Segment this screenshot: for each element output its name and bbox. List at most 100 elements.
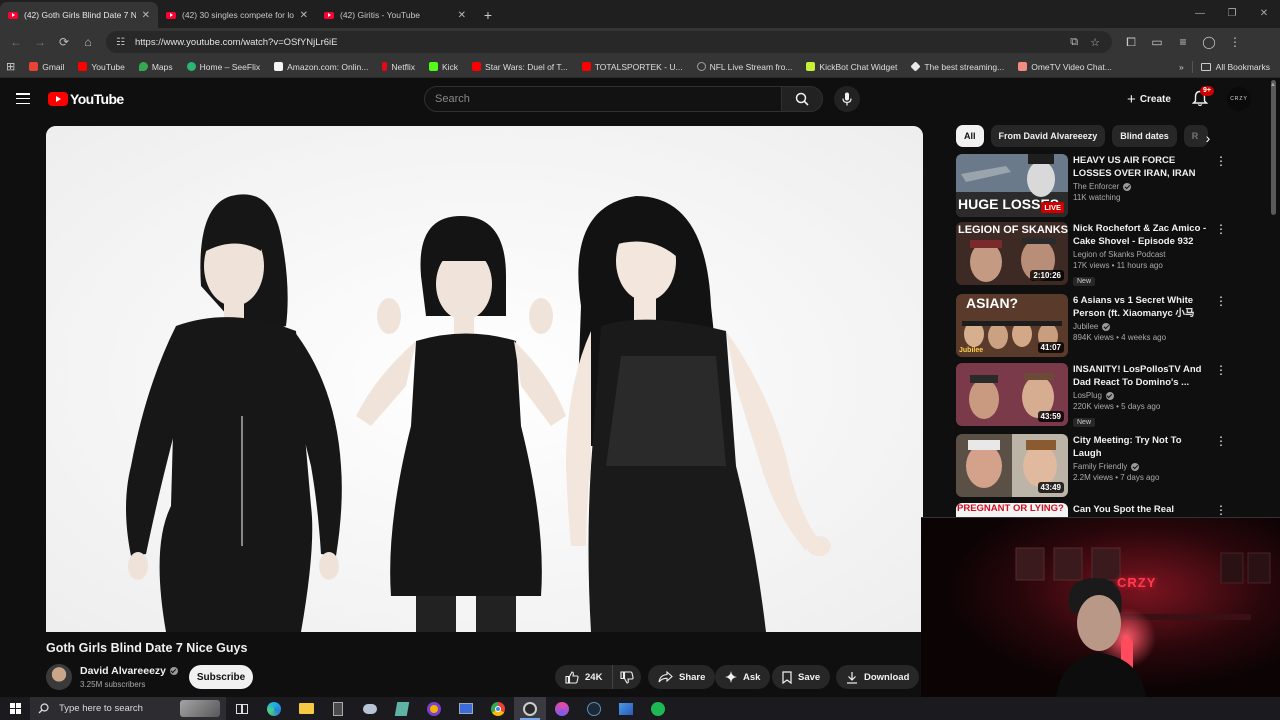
account-avatar[interactable]: CRZY	[1227, 87, 1251, 111]
app-monitor-icon[interactable]	[450, 697, 482, 720]
profile-icon[interactable]: ◯	[1196, 35, 1222, 49]
spotify-icon[interactable]	[642, 697, 674, 720]
app-document-icon[interactable]	[386, 697, 418, 720]
task-view-icon[interactable]	[226, 697, 258, 720]
page-scrollbar[interactable]	[1271, 80, 1276, 215]
recommendation-title[interactable]: Nick Rochefort & Zac Amico - Cake Shovel…	[1073, 222, 1211, 248]
bookmark-netflix[interactable]: Netflix	[382, 62, 415, 72]
chip-all[interactable]: All	[956, 125, 984, 147]
recommendation-channel[interactable]: LosPlug	[1073, 391, 1102, 400]
recommendation-title[interactable]: 6 Asians vs 1 Secret White Person (ft. X…	[1073, 294, 1211, 320]
search-input[interactable]: Search	[424, 86, 782, 112]
minimize-icon[interactable]: —	[1184, 0, 1216, 28]
recommendation-title[interactable]: City Meeting: Try Not To Laugh	[1073, 434, 1211, 460]
browser-menu-icon[interactable]: ⋮	[1222, 35, 1248, 49]
more-options-icon[interactable]: ⋮	[1215, 155, 1227, 167]
close-tab-icon[interactable]: ✕	[300, 10, 308, 21]
bookmark-youtube[interactable]: YouTube	[78, 62, 125, 72]
search-button[interactable]	[781, 86, 823, 112]
home-icon[interactable]: ⌂	[76, 30, 100, 54]
like-button[interactable]: 24K	[555, 665, 614, 689]
extensions-icon[interactable]: ⧠	[1118, 35, 1144, 50]
channel-avatar[interactable]	[46, 664, 72, 690]
subscribe-button[interactable]: Subscribe	[189, 665, 253, 689]
video-thumbnail[interactable]: LEGION OF SKANKS 2:10:26	[956, 222, 1068, 285]
edge-browser-icon[interactable]	[258, 697, 290, 720]
video-thumbnail[interactable]: HUGE LOSSES LIVE	[956, 154, 1068, 217]
reload-icon[interactable]: ⟳	[52, 30, 76, 54]
bookmark-star-wars[interactable]: Star Wars: Duel of T...	[472, 62, 568, 72]
recommendation-item[interactable]: 43:59 INSANITY! LosPollosTV And Dad Reac…	[956, 363, 1227, 427]
taskbar-search-box[interactable]: Type here to search	[30, 697, 226, 720]
more-options-icon[interactable]: ⋮	[1215, 295, 1227, 307]
recommendation-title[interactable]: HEAVY US AIR FORCE LOSSES OVER IRAN, IRA…	[1073, 154, 1211, 180]
app-pink-icon[interactable]	[546, 697, 578, 720]
recommendation-item[interactable]: LEGION OF SKANKS 2:10:26 Nick Rochefort …	[956, 222, 1227, 286]
more-options-icon[interactable]: ⋮	[1215, 223, 1227, 235]
bookmark-gmail[interactable]: Gmail	[29, 62, 64, 72]
bookmark-ometv[interactable]: OmeTV Video Chat...	[1018, 62, 1112, 72]
more-options-icon[interactable]: ⋮	[1215, 435, 1227, 447]
video-player[interactable]	[46, 126, 923, 632]
media-controls-icon[interactable]: ≡	[1170, 35, 1196, 49]
dislike-button[interactable]	[613, 665, 641, 689]
cast-icon[interactable]: ▭	[1144, 35, 1170, 49]
app-cloud-icon[interactable]	[354, 697, 386, 720]
recommendation-item[interactable]: 43:49 City Meeting: Try Not To Laugh Fam…	[956, 434, 1227, 498]
more-options-icon[interactable]: ⋮	[1215, 364, 1227, 376]
restore-icon[interactable]: ❐	[1216, 0, 1248, 28]
steam-icon[interactable]	[578, 697, 610, 720]
file-explorer-icon[interactable]	[290, 697, 322, 720]
install-app-icon[interactable]: ⧉	[1070, 36, 1078, 49]
chevron-right-icon[interactable]: ›	[1198, 128, 1218, 148]
bookmark-amazon[interactable]: Amazon.com: Onlin...	[274, 62, 368, 72]
site-info-icon[interactable]: ☷	[116, 37, 125, 48]
bookmark-seeflix[interactable]: Home – SeeFlix	[186, 62, 260, 72]
recommendation-item[interactable]: ASIAN? Jubilee 41:07 6 Asians vs 1 Secre…	[956, 294, 1227, 358]
channel-name-row[interactable]: David Alvareeezy	[80, 665, 178, 677]
ask-button[interactable]: Ask	[715, 665, 771, 689]
address-bar[interactable]: ☷ https://www.youtube.com/watch?v=OSfYNj…	[106, 31, 1112, 53]
video-thumbnail[interactable]: 43:59	[956, 363, 1068, 426]
close-tab-icon[interactable]: ✕	[142, 10, 150, 21]
bookmark-kickbot[interactable]: KickBot Chat Widget	[806, 62, 897, 72]
bookmark-star-icon[interactable]: ☆	[1090, 36, 1100, 49]
browser-tab-2[interactable]: (42) 30 singles compete for love ✕	[158, 2, 316, 28]
all-bookmarks-link[interactable]: All Bookmarks	[1216, 62, 1270, 72]
save-button[interactable]: Save	[772, 665, 831, 689]
browser-tab-3[interactable]: (42) Giritis - YouTube ✕	[316, 2, 474, 28]
download-button[interactable]: Download	[836, 665, 920, 689]
forward-icon[interactable]: →	[28, 30, 52, 54]
app-circle-icon[interactable]	[418, 697, 450, 720]
recommendation-channel[interactable]: Jubilee	[1073, 322, 1098, 331]
browser-tab-1[interactable]: (42) Goth Girls Blind Date 7 Nic ✕	[0, 2, 158, 28]
channel-name[interactable]: David Alvareeezy	[80, 665, 166, 677]
chip-blind-dates[interactable]: Blind dates	[1112, 125, 1177, 147]
chrome-icon[interactable]	[482, 697, 514, 720]
bookmark-nfl[interactable]: NFL Live Stream fro...	[696, 62, 792, 72]
bookmark-streaming[interactable]: The best streaming...	[910, 61, 1004, 72]
chip-from-channel[interactable]: From David Alvareeezy	[990, 125, 1106, 147]
windows-start-button[interactable]	[0, 697, 30, 720]
youtube-logo[interactable]: YouTube	[48, 91, 124, 107]
recommendation-item[interactable]: HUGE LOSSES LIVE HEAVY US AIR FORCE LOSS…	[956, 154, 1227, 218]
photos-icon[interactable]	[610, 697, 642, 720]
bookmark-maps[interactable]: Maps	[138, 62, 173, 72]
close-window-icon[interactable]: ✕	[1248, 0, 1280, 28]
more-bookmarks-icon[interactable]: »	[1179, 62, 1184, 72]
video-thumbnail[interactable]: ASIAN? Jubilee 41:07	[956, 294, 1068, 357]
bookmark-totalsportek[interactable]: TOTALSPORTEK - U...	[581, 62, 683, 72]
recommendation-channel[interactable]: Legion of Skanks Podcast	[1073, 250, 1166, 259]
recommendation-channel[interactable]: Family Friendly	[1073, 462, 1127, 471]
more-options-icon[interactable]: ⋮	[1215, 504, 1227, 516]
create-button[interactable]: + Create	[1118, 86, 1180, 112]
close-tab-icon[interactable]: ✕	[458, 10, 466, 21]
obs-icon[interactable]	[514, 697, 546, 720]
notifications-button[interactable]: 9+	[1191, 86, 1214, 112]
apps-grid-icon[interactable]: ⊞	[6, 60, 15, 73]
recommendation-title[interactable]: INSANITY! LosPollosTV And Dad React To D…	[1073, 363, 1211, 389]
back-icon[interactable]: ←	[4, 30, 28, 54]
new-tab-button[interactable]: +	[474, 2, 502, 28]
share-button[interactable]: Share	[648, 665, 716, 689]
recommendation-channel[interactable]: The Enforcer	[1073, 182, 1119, 191]
